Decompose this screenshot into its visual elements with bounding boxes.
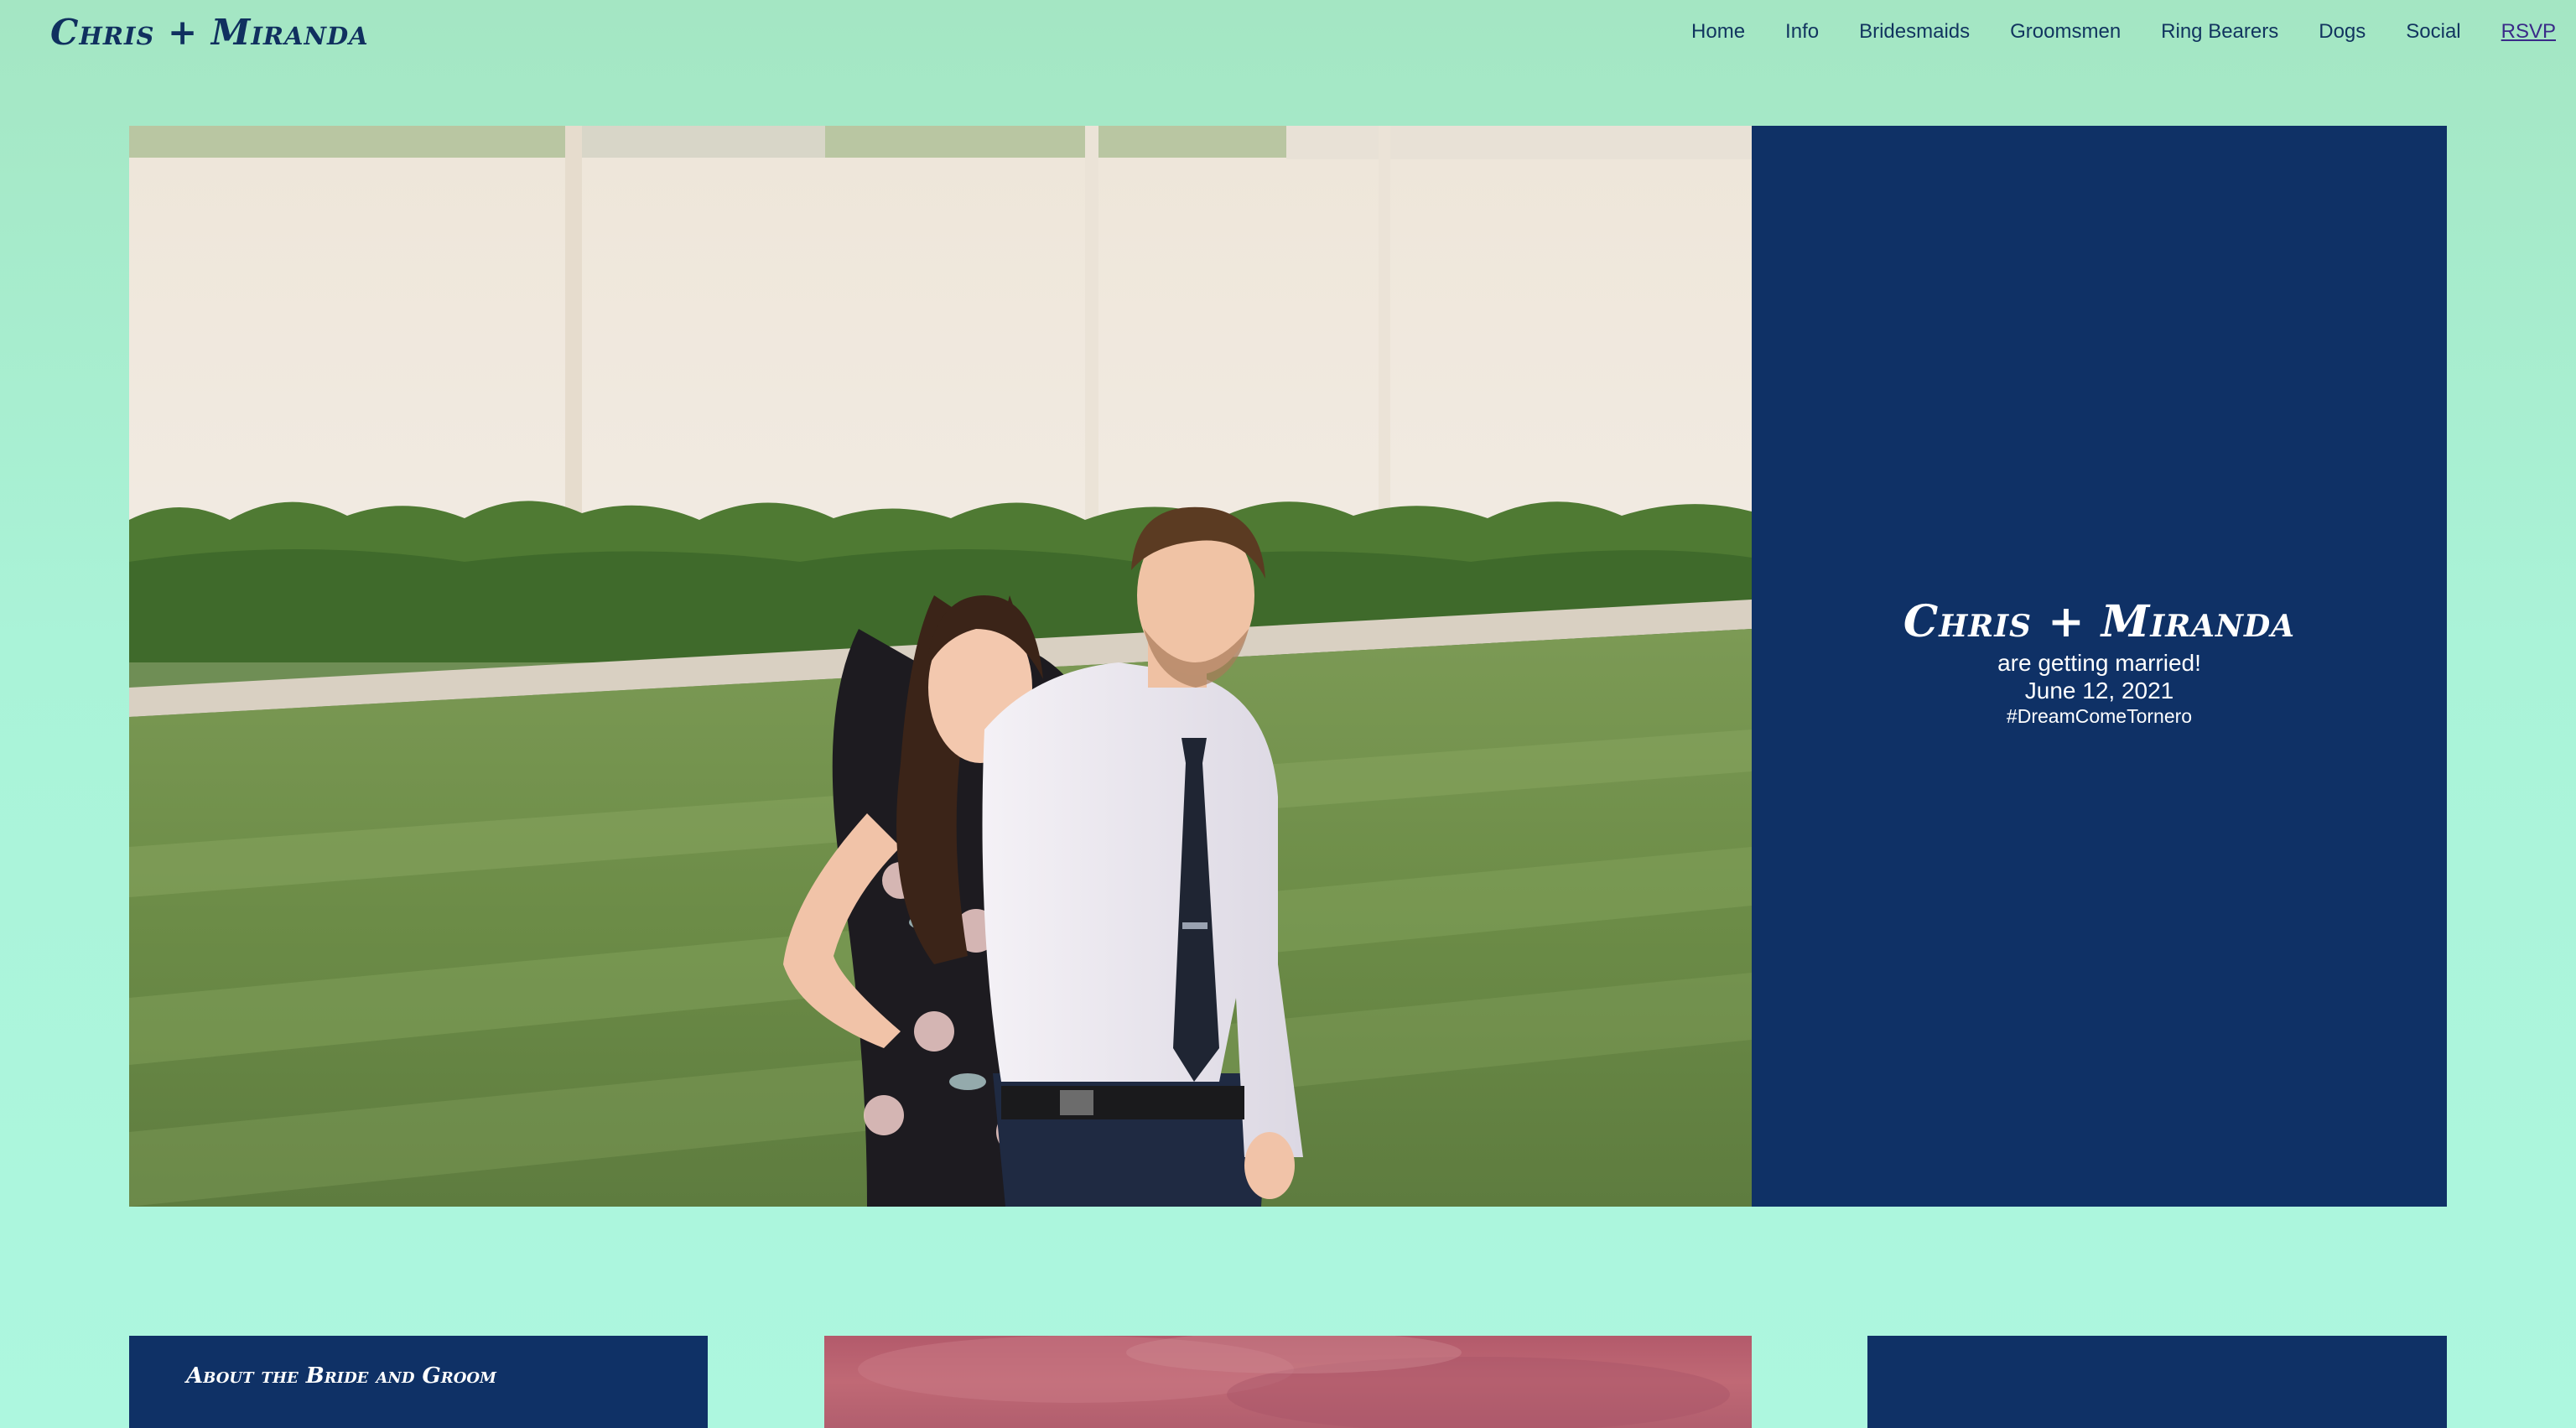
sunset-photo-card [824,1336,1752,1428]
nav-info[interactable]: Info [1785,20,1819,44]
nav-social[interactable]: Social [2406,20,2460,44]
announcement-text: Chris + Miranda are getting married! Jun… [1752,595,2447,728]
site-brand[interactable]: Chris + Miranda [50,12,369,53]
couple-photo-illustration [129,126,1752,1207]
nav-home[interactable]: Home [1691,20,1745,44]
announcement-subtitle: are getting married! [1997,650,2201,676]
top-navigation: Chris + Miranda Home Info Bridesmaids Gr… [0,0,2576,69]
nav-links: Home Info Bridesmaids Groomsmen Ring Bea… [1651,20,2556,44]
about-card: About the Bride and Groom [129,1336,708,1428]
hero-announcement-panel: Chris + Miranda are getting married! Jun… [1752,126,2447,1207]
nav-groomsmen[interactable]: Groomsmen [2010,20,2121,44]
couple-photo [129,126,1752,1207]
wedding-date: June 12, 2021 [2024,678,2174,704]
wedding-hashtag: #DreamComeTornero [2006,705,2193,727]
nav-dogs[interactable]: Dogs [2319,20,2366,44]
announcement-title: Chris + Miranda [1903,596,2296,647]
nav-bridesmaids[interactable]: Bridesmaids [1859,20,1970,44]
hero-section: Chris + Miranda are getting married! Jun… [129,126,2447,1207]
nav-ring-bearers[interactable]: Ring Bearers [2161,20,2278,44]
info-card [1867,1336,2447,1428]
about-card-title: About the Bride and Groom [186,1363,496,1389]
sunset-sky-image [858,1336,1730,1428]
nav-rsvp[interactable]: RSVP [2501,20,2556,44]
